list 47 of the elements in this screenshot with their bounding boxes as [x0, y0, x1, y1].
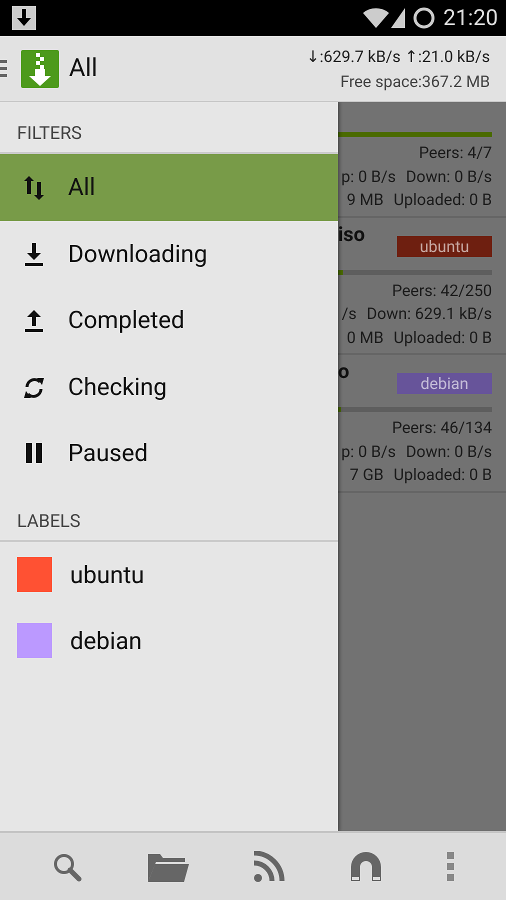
download-notification-icon: [12, 6, 36, 30]
search-icon: [52, 852, 82, 882]
up-down-arrows-icon: [22, 174, 46, 200]
downloaded-size: 0 MB: [346, 326, 384, 348]
section-header: LABELS: [0, 486, 338, 542]
downloaded-size: 9 MB: [346, 189, 384, 211]
peers-count: Peers: 46/134: [392, 417, 492, 439]
torrent-name: iso: [338, 222, 365, 246]
download-rate: Down: 0 B/s: [406, 166, 492, 188]
free-space-text: Free space:367.2 MB: [340, 72, 490, 90]
wifi-icon: [363, 8, 390, 28]
download-rate: Down: 0 B/s: [406, 440, 492, 462]
app-logo-icon: [21, 50, 59, 88]
filter-item[interactable]: All: [0, 154, 338, 220]
torrent-label-tag: debian: [397, 373, 492, 394]
upload-rate: p: 0 B/s: [341, 166, 396, 188]
clock-time: 21:20: [443, 6, 498, 30]
rss-icon: [253, 850, 286, 882]
app-home-button[interactable]: [0, 50, 59, 88]
signal-icon: [391, 8, 406, 28]
upload-icon: [22, 307, 46, 334]
label-item[interactable]: ubuntu: [0, 542, 338, 608]
label-item[interactable]: debian: [0, 608, 338, 674]
filter-item[interactable]: Paused: [0, 420, 338, 486]
upload-rate: p: 0 B/s: [341, 440, 396, 462]
download-icon: [22, 240, 46, 267]
upload-rate: /s: [342, 303, 357, 325]
more-icon: [446, 852, 454, 881]
download-rate: Down: 629.1 kB/s: [366, 303, 492, 325]
uploaded-amount: Uploaded: 0 B: [394, 326, 492, 348]
label-name: ubuntu: [70, 560, 144, 588]
magnet-icon: [350, 850, 382, 882]
peers-count: Peers: 4/7: [418, 142, 492, 164]
transfer-speeds: ↓:629.7 kB/s ↑:21.0 kB/s: [306, 46, 490, 66]
peers-count: Peers: 42/250: [392, 280, 492, 302]
torrent-label-tag: ubuntu: [397, 236, 492, 256]
battery-ring-icon: [413, 7, 436, 29]
uploaded-amount: Uploaded: 0 B: [394, 464, 492, 486]
torrent-name: o: [338, 359, 350, 383]
downloaded-size: 7 GB: [350, 464, 384, 486]
uploaded-amount: Uploaded: 0 B: [394, 189, 492, 211]
filter-item[interactable]: Checking: [0, 354, 338, 420]
label-name: debian: [70, 626, 142, 654]
filter-item[interactable]: Downloading: [0, 220, 338, 287]
drawer-indicator-icon: [0, 58, 7, 78]
screen-title: All: [69, 54, 98, 83]
filter-item[interactable]: Completed: [0, 287, 338, 354]
